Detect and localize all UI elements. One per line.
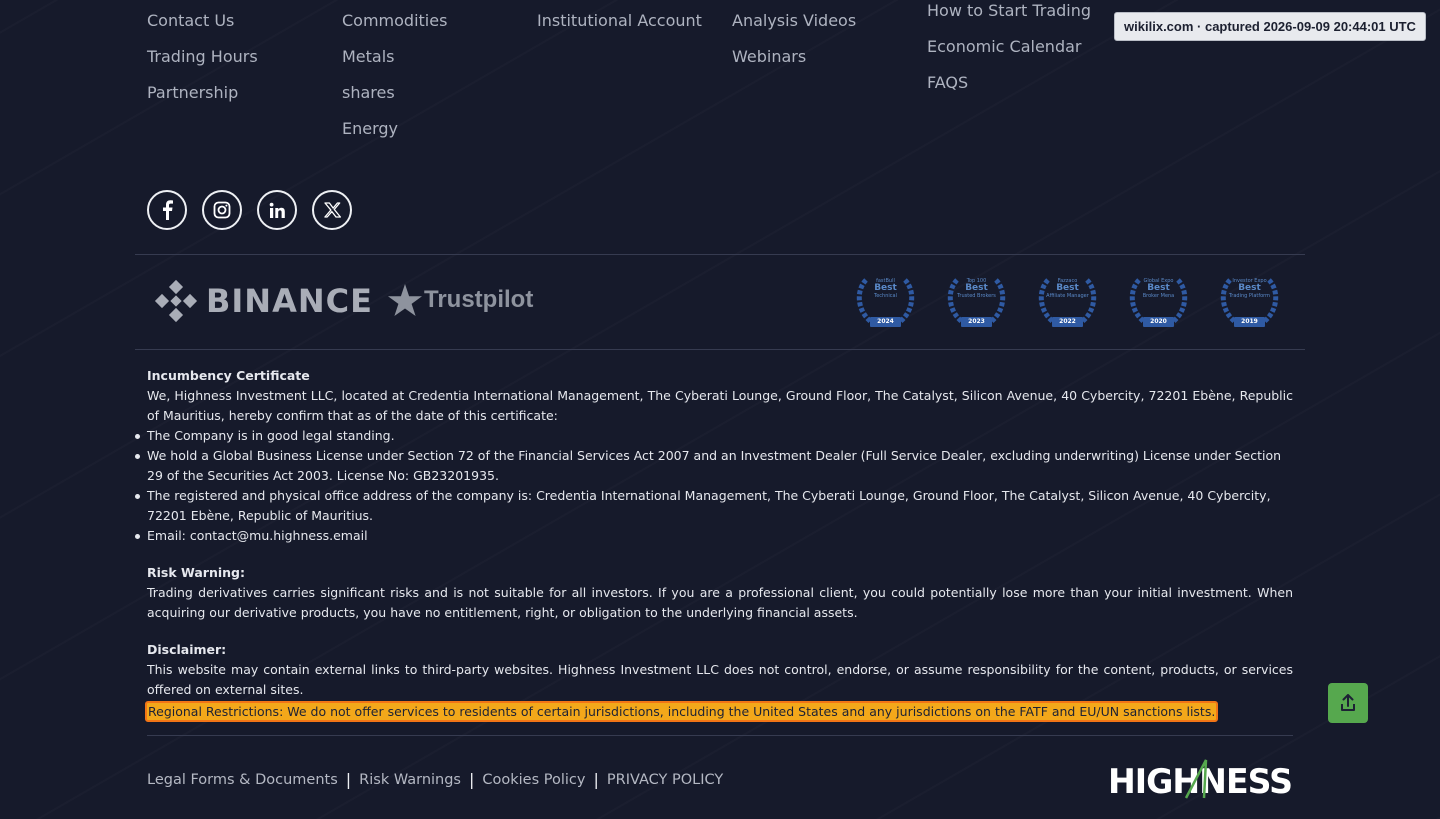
footer-column-accounts: Institutional Account — [537, 3, 702, 39]
award-text: Fazzaco Best Affiliate Manager — [1034, 278, 1101, 299]
instagram-icon[interactable] — [202, 190, 242, 230]
binance-logo: BINANCE — [154, 279, 373, 323]
binance-icon — [154, 279, 198, 323]
link-shares[interactable]: shares — [342, 75, 447, 111]
link-contact-us[interactable]: Contact Us — [147, 3, 258, 39]
divider — [135, 254, 1305, 255]
footer-column-help: How to Start Trading Economic Calendar F… — [927, 0, 1091, 101]
link-how-to-start-trading[interactable]: How to Start Trading — [927, 0, 1091, 29]
social-links — [147, 190, 352, 230]
award-year: 2020 — [1143, 317, 1174, 327]
risk-warning-text: Trading derivatives carries significant … — [147, 585, 1293, 620]
linkedin-icon[interactable] — [257, 190, 297, 230]
risk-warning-title: Risk Warning: — [147, 565, 245, 580]
award-category: Trading Platform — [1228, 293, 1271, 299]
award-year: 2019 — [1234, 317, 1265, 327]
link-partnership[interactable]: Partnership — [147, 75, 258, 111]
link-faqs[interactable]: FAQS — [927, 65, 1091, 101]
award-badge: fastBull Best Technical 2024 — [852, 270, 919, 332]
award-text: fastBull Best Technical — [852, 278, 919, 299]
list-item: The Company is in good legal standing. — [135, 426, 1293, 446]
facebook-icon[interactable] — [147, 190, 187, 230]
award-category: Broker Mena — [1142, 293, 1175, 299]
award-text: Investor Expo Best Trading Platform — [1216, 278, 1283, 299]
disclaimer-title: Disclaimer: — [147, 642, 227, 657]
awards-row: fastBull Best Technical 2024 Top 100 Best Trus… — [852, 270, 1283, 332]
footer-column-markets: Commodities Metals shares Energy — [342, 3, 447, 147]
separator: | — [593, 770, 599, 789]
award-title: Best — [1238, 283, 1261, 293]
disclaimer-text: This website may contain external links … — [147, 662, 1293, 697]
link-economic-calendar[interactable]: Economic Calendar — [927, 29, 1091, 65]
trustpilot-wordmark: Trustpilot — [424, 286, 534, 313]
list-item: We hold a Global Business License under … — [135, 446, 1293, 486]
award-year: 2022 — [1052, 317, 1083, 327]
regional-restrictions-notice: Regional Restrictions: We do not offer s… — [145, 701, 1219, 722]
incumbency-intro: We, Highness Investment LLC, located at … — [147, 388, 1293, 423]
legal-links: Legal Forms & Documents | Risk Warnings … — [147, 770, 723, 789]
divider — [147, 735, 1293, 736]
legal-section: Incumbency Certificate We, Highness Inve… — [135, 366, 1293, 722]
separator: | — [345, 770, 352, 789]
link-energy[interactable]: Energy — [342, 111, 447, 147]
capture-banner: wikilix.com · captured 2026-09-09 20:44:… — [1114, 12, 1426, 41]
award-category: Affiliate Manager — [1046, 293, 1089, 299]
link-commodities[interactable]: Commodities — [342, 3, 447, 39]
award-year: 2023 — [961, 317, 992, 327]
award-text: Top 100 Best Trusted Brokers — [943, 278, 1010, 299]
award-text: Global Expo Best Broker Mena — [1125, 278, 1192, 299]
incumbency-list: The Company is in good legal standing. W… — [135, 426, 1293, 546]
link-analysis-videos[interactable]: Analysis Videos — [732, 3, 856, 39]
x-twitter-icon[interactable] — [312, 190, 352, 230]
incumbency-title: Incumbency Certificate — [147, 368, 310, 383]
award-badge: Investor Expo Best Trading Platform 2019 — [1216, 270, 1283, 332]
share-upload-icon — [1341, 694, 1355, 711]
link-metals[interactable]: Metals — [342, 39, 447, 75]
link-cookies-policy[interactable]: Cookies Policy — [482, 772, 585, 788]
award-title: Best — [965, 283, 988, 293]
binance-wordmark: BINANCE — [206, 282, 373, 320]
back-to-top-button[interactable] — [1328, 683, 1368, 723]
link-risk-warnings[interactable]: Risk Warnings — [359, 772, 461, 788]
link-legal-forms[interactable]: Legal Forms & Documents — [147, 772, 338, 788]
award-badge: Top 100 Best Trusted Brokers 2023 — [943, 270, 1010, 332]
link-privacy-policy[interactable]: PRIVACY POLICY — [607, 772, 723, 788]
link-institutional-account[interactable]: Institutional Account — [537, 3, 702, 39]
footer-column-education: Analysis Videos Webinars — [732, 3, 856, 75]
award-title: Best — [1147, 283, 1170, 293]
link-trading-hours[interactable]: Trading Hours — [147, 39, 258, 75]
divider — [135, 349, 1305, 350]
award-badge: Global Expo Best Broker Mena 2020 — [1125, 270, 1192, 332]
link-webinars[interactable]: Webinars — [732, 39, 856, 75]
award-title: Best — [874, 283, 897, 293]
trustpilot-logo: Trustpilot — [388, 284, 533, 316]
award-title: Best — [1056, 283, 1079, 293]
award-year: 2024 — [870, 317, 901, 327]
svg-text:HIGHNESS: HIGHNESS — [1108, 762, 1292, 802]
separator: | — [469, 770, 475, 789]
highness-wordmark-icon: HIGHNESS — [1108, 759, 1292, 802]
award-category: Technical — [874, 293, 897, 299]
award-category: Trusted Brokers — [957, 293, 996, 299]
highness-logo[interactable]: HIGHNESS — [1108, 754, 1292, 802]
list-item: Email: contact@mu.highness.email — [135, 526, 1293, 546]
award-badge: Fazzaco Best Affiliate Manager 2022 — [1034, 270, 1101, 332]
star-icon — [388, 284, 422, 316]
list-item: The registered and physical office addre… — [135, 486, 1293, 526]
footer-column-company: Contact Us Trading Hours Partnership — [147, 3, 258, 111]
